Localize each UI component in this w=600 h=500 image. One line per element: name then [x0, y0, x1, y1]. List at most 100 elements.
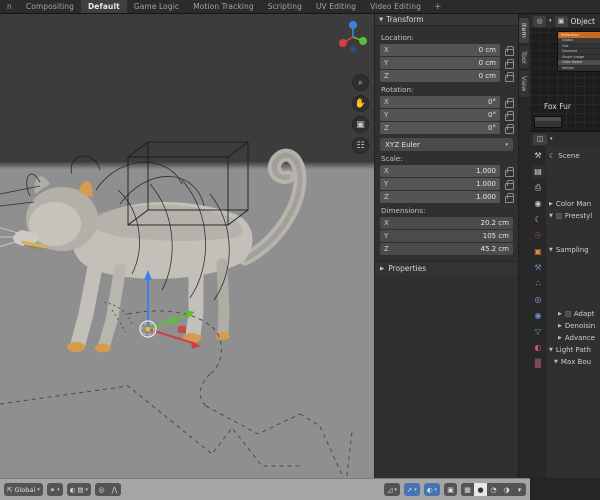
- workspace-tab-default[interactable]: Default: [80, 0, 127, 13]
- chevron-right-icon: ▶: [558, 323, 562, 329]
- workspace-tab-video-editing[interactable]: Video Editing: [363, 0, 428, 13]
- dimensions-row-x: X 20.2 cm: [380, 217, 513, 229]
- checkbox-icon[interactable]: [564, 311, 571, 317]
- section-label: Denoisin: [564, 322, 596, 330]
- grid-icon[interactable]: ☷: [352, 137, 369, 154]
- xray-icon[interactable]: ▣: [444, 483, 457, 496]
- section-advanced[interactable]: ▶ Advance: [546, 332, 600, 344]
- section-freestyle[interactable]: ▼ Freestyl: [546, 210, 600, 222]
- lock-icon[interactable]: [504, 123, 514, 134]
- axis-value: 45.2 cm: [480, 245, 509, 253]
- properties-icon[interactable]: ◫: [533, 133, 547, 145]
- properties-tab-column: ⚒ ▤ ⎙ ◉ ☾ ☉ ▣ ⚒ ∴ ◎ ◉ ▽ ◐ ▒: [530, 146, 546, 500]
- dimensions-label: Dimensions:: [381, 206, 426, 215]
- lock-icon[interactable]: [504, 71, 514, 82]
- properties-tab-modifiers[interactable]: ⚒: [532, 261, 545, 274]
- lock-icon[interactable]: [504, 97, 514, 108]
- gizmo-control[interactable]: ➚ ▾: [403, 483, 420, 496]
- dimensions-x-field[interactable]: X 20.2 cm: [380, 217, 513, 229]
- properties-tab-material[interactable]: ◐: [532, 341, 545, 354]
- lock-icon[interactable]: [504, 179, 514, 190]
- location-z-field[interactable]: Z 0 cm: [380, 70, 500, 82]
- axis-value: 0°: [488, 98, 496, 106]
- section-adaptive-sampling[interactable]: ▶ Adapt: [546, 308, 600, 320]
- solid-shading-button[interactable]: ●: [474, 483, 487, 496]
- scale-x-field[interactable]: X 1.000: [380, 165, 500, 177]
- properties-tab-data[interactable]: ▽: [532, 325, 545, 338]
- overlays-control[interactable]: ◐ ▾: [423, 483, 440, 496]
- scale-z-field[interactable]: Z 1.000: [380, 191, 500, 203]
- workspace-tab-animation[interactable]: n: [0, 0, 19, 13]
- location-x-field[interactable]: X 0 cm: [380, 44, 500, 56]
- zoom-icon[interactable]: ⌕: [352, 74, 369, 91]
- camera-icon[interactable]: ▣: [352, 116, 369, 133]
- properties-tab-world[interactable]: ☉: [532, 229, 545, 242]
- scene-selector-row[interactable]: ☾ Scene: [546, 150, 600, 162]
- section-max-bounces[interactable]: ▼ Max Bou: [546, 356, 600, 368]
- lock-icon[interactable]: [504, 166, 514, 177]
- workspace-tab-scripting[interactable]: Scripting: [261, 0, 309, 13]
- sidebar-n-panel: ▼ Transform Location: X 0 cm Y 0 cm Z 0 …: [374, 14, 518, 478]
- lock-icon[interactable]: [504, 58, 514, 69]
- sidebar-tab-item[interactable]: Item: [519, 18, 529, 43]
- rotation-mode-dropdown[interactable]: XYZ Euler ▾: [380, 138, 513, 151]
- lock-icon[interactable]: [504, 45, 514, 56]
- section-label: Color Man: [555, 200, 592, 208]
- section-denoising[interactable]: ▶ Denoisin: [546, 320, 600, 332]
- secondary-node[interactable]: [534, 116, 562, 128]
- view-object-types-control[interactable]: ◿ ▾: [384, 483, 400, 496]
- properties-subpanel-header[interactable]: ▶ Properties: [375, 261, 518, 275]
- hand-icon[interactable]: ✋: [352, 95, 369, 112]
- transform-panel-header[interactable]: ▼ Transform: [375, 14, 518, 26]
- rotation-y-field[interactable]: Y 0°: [380, 109, 500, 121]
- add-workspace-button[interactable]: +: [428, 0, 448, 13]
- workspace-tab-motion-tracking[interactable]: Motion Tracking: [186, 0, 261, 13]
- mirror-icon[interactable]: ⋀: [108, 483, 122, 496]
- dimensions-y-field[interactable]: Y 105 cm: [380, 230, 513, 242]
- shader-node-editor[interactable]: ◎ ▾ ▣ Object Reflection Global Out Diamo…: [530, 14, 600, 132]
- wireframe-shading-button[interactable]: ▦: [461, 483, 474, 496]
- properties-tab-constraints[interactable]: ◉: [532, 309, 545, 322]
- properties-tab-physics[interactable]: ◎: [532, 293, 545, 306]
- properties-tab-tool[interactable]: ⚒: [532, 149, 545, 162]
- sidebar-tab-tool[interactable]: Tool: [519, 45, 529, 69]
- scale-row-z: Z 1.000: [380, 191, 514, 203]
- chevron-down-icon[interactable]: ▾: [513, 483, 526, 496]
- navigation-gizmo[interactable]: [336, 20, 370, 54]
- shader-node[interactable]: Reflection Global Out Diamond Single Ima…: [557, 31, 600, 72]
- node-editor-icon[interactable]: ◎: [533, 15, 546, 27]
- chevron-down-icon: ▼: [549, 213, 553, 219]
- workspace-tab-uv-editing[interactable]: UV Editing: [309, 0, 363, 13]
- rotation-x-field[interactable]: X 0°: [380, 96, 500, 108]
- properties-tab-scene[interactable]: ☾: [532, 213, 545, 226]
- object-shading-icon[interactable]: ▣: [554, 15, 568, 27]
- properties-tab-render[interactable]: ▤: [531, 165, 545, 178]
- properties-tab-particles[interactable]: ∴: [532, 277, 545, 290]
- workspace-tab-game-logic[interactable]: Game Logic: [127, 0, 186, 13]
- checkbox-icon[interactable]: [555, 213, 562, 219]
- properties-editor: ◫ ▾ ⚒ ▤ ⎙ ◉ ☾ ☉ ▣ ⚒ ∴ ◎ ◉ ▽ ◐ ▒ ☾ Scene …: [530, 132, 600, 500]
- snap-control[interactable]: ⚭ ▾: [46, 483, 63, 496]
- material-shading-button[interactable]: ◔: [487, 483, 500, 496]
- pivot-icon[interactable]: ◎: [95, 483, 109, 496]
- location-y-field[interactable]: Y 0 cm: [380, 57, 500, 69]
- viewport-nav-tools: ⌕ ✋ ▣ ☷: [352, 74, 369, 154]
- lock-icon[interactable]: [504, 192, 514, 203]
- node-row[interactable]: Vendor: [558, 66, 600, 71]
- properties-tab-output[interactable]: ⎙: [532, 181, 545, 194]
- properties-tab-object[interactable]: ▣: [532, 245, 545, 258]
- rotation-z-field[interactable]: Z 0°: [380, 122, 500, 134]
- properties-tab-view-layer[interactable]: ◉: [532, 197, 545, 210]
- section-sampling[interactable]: ▼ Sampling: [546, 244, 600, 256]
- lock-icon[interactable]: [504, 110, 514, 121]
- properties-tab-texture[interactable]: ▒: [532, 357, 545, 370]
- workspace-tab-compositing[interactable]: Compositing: [19, 0, 81, 13]
- sidebar-tab-view[interactable]: View: [519, 71, 529, 97]
- section-color-management[interactable]: ▶ Color Man: [546, 198, 600, 210]
- section-light-paths[interactable]: ▼ Light Path: [546, 344, 600, 356]
- scale-y-field[interactable]: Y 1.000: [380, 178, 500, 190]
- transform-orientation-dropdown[interactable]: ⇱ Global ▾: [4, 483, 43, 496]
- rendered-shading-button[interactable]: ◑: [500, 483, 513, 496]
- proportional-edit-control[interactable]: ◐ ▤ ▾: [66, 483, 92, 496]
- dimensions-z-field[interactable]: Z 45.2 cm: [380, 243, 513, 255]
